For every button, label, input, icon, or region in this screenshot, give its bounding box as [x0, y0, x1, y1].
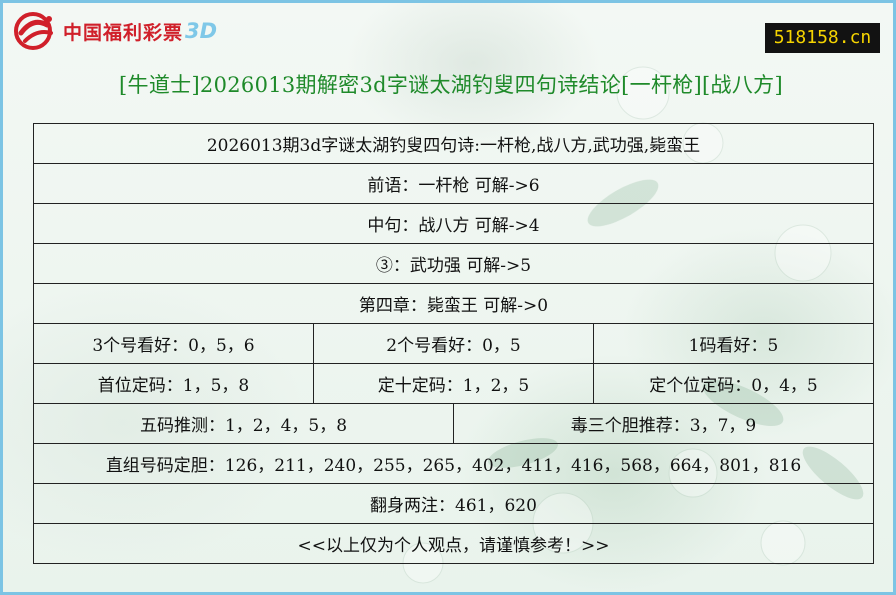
table-row: 2026013期3d字谜太湖钓叟四句诗:一杆枪,战八方,武功强,毙蛮王	[34, 124, 874, 164]
pick1-cell: 1码看好：5	[594, 324, 874, 364]
table-row: ③：武功强 可解->5	[34, 244, 874, 284]
site-badge[interactable]: 518158.cn	[765, 23, 880, 53]
table-row: <<以上仅为个人观点，请谨慎参考！>>	[34, 524, 874, 564]
pick2-cell: 2个号看好：0，5	[314, 324, 594, 364]
poem-cell: 2026013期3d字谜太湖钓叟四句诗:一杆枪,战八方,武功强,毙蛮王	[34, 124, 874, 164]
table-row: 第四章：毙蛮王 可解->0	[34, 284, 874, 324]
five-codes-cell: 五码推测：1，2，4，5，8	[34, 404, 454, 444]
pick3-cell: 3个号看好：0，5，6	[34, 324, 314, 364]
page-frame: 中国福利彩票 3D 518158.cn [牛道士]2026013期解密3d字谜太…	[0, 0, 896, 595]
lottery-logo: 中国福利彩票 3D	[13, 11, 217, 51]
table-row: 前语：一杆枪 可解->6	[34, 164, 874, 204]
direct-groups-cell: 直组号码定胆：126，211，240，255，265，402，411，416，5…	[34, 444, 874, 484]
hundreds-cell: 首位定码：1，5，8	[34, 364, 314, 404]
table-row: 直组号码定胆：126，211，240，255，265，402，411，416，5…	[34, 444, 874, 484]
line4-cell: 第四章：毙蛮王 可解->0	[34, 284, 874, 324]
table-row: 五码推测：1，2，4，5，8 毒三个胆推荐：3，7，9	[34, 404, 874, 444]
disclaimer-cell: <<以上仅为个人观点，请谨慎参考！>>	[34, 524, 874, 564]
units-cell: 定个位定码：0，4，5	[594, 364, 874, 404]
line3-cell: ③：武功强 可解->5	[34, 244, 874, 284]
prediction-table: 2026013期3d字谜太湖钓叟四句诗:一杆枪,战八方,武功强,毙蛮王 前语：一…	[33, 123, 874, 564]
logo-3d-suffix: 3D	[185, 19, 218, 43]
table-row: 首位定码：1，5，8 定十定码：1，2，5 定个位定码：0，4，5	[34, 364, 874, 404]
table-row: 3个号看好：0，5，6 2个号看好：0，5 1码看好：5	[34, 324, 874, 364]
table-row: 中句：战八方 可解->4	[34, 204, 874, 244]
table-row: 翻身两注：461，620	[34, 484, 874, 524]
line1-cell: 前语：一杆枪 可解->6	[34, 164, 874, 204]
tens-cell: 定十定码：1，2，5	[314, 364, 594, 404]
page-title: [牛道士]2026013期解密3d字谜太湖钓叟四句诗结论[一杆枪][战八方]	[119, 73, 783, 97]
three-bold-cell: 毒三个胆推荐：3，7，9	[454, 404, 874, 444]
line2-cell: 中句：战八方 可解->4	[34, 204, 874, 244]
logo-text: 中国福利彩票	[63, 21, 184, 44]
two-bets-cell: 翻身两注：461，620	[34, 484, 874, 524]
welfare-lottery-logo-icon	[14, 12, 53, 50]
